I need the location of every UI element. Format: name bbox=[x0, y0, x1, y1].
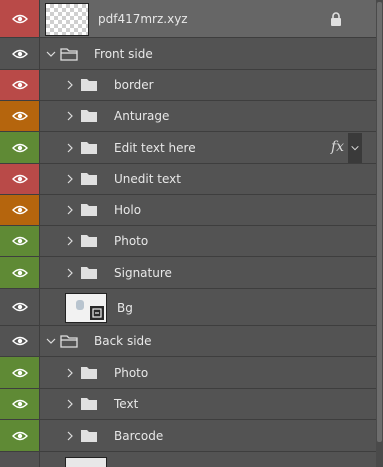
folder-icon bbox=[80, 172, 98, 186]
visibility-toggle[interactable] bbox=[0, 257, 40, 288]
layer-group-holo[interactable]: Holo bbox=[0, 195, 376, 226]
layer-row-pdf417mrz[interactable]: pdf417mrz.xyz bbox=[0, 0, 376, 38]
layer-group-back-side[interactable]: Back side bbox=[0, 326, 376, 357]
visibility-toggle[interactable] bbox=[0, 420, 40, 451]
thumbnail-figure bbox=[76, 300, 84, 310]
layer-name: Back side bbox=[94, 334, 152, 348]
folder-icon bbox=[80, 78, 98, 92]
eye-icon bbox=[12, 143, 28, 152]
layer-name: Photo bbox=[114, 366, 149, 380]
chevron-right-icon[interactable] bbox=[64, 430, 76, 442]
eye-icon bbox=[12, 205, 28, 215]
chevron-right-icon[interactable] bbox=[64, 367, 76, 379]
layer-name: Text bbox=[114, 397, 139, 411]
layer-name: Front side bbox=[94, 47, 153, 61]
folder-icon bbox=[80, 234, 98, 248]
visibility-toggle[interactable] bbox=[0, 452, 40, 467]
folder-icon bbox=[80, 109, 98, 123]
folder-icon bbox=[80, 397, 98, 411]
chevron-right-icon[interactable] bbox=[64, 142, 76, 154]
visibility-toggle[interactable] bbox=[0, 326, 40, 356]
eye-icon bbox=[12, 174, 28, 184]
eye-icon bbox=[12, 302, 28, 312]
fx-icon[interactable]: fx bbox=[331, 139, 344, 155]
visibility-toggle[interactable] bbox=[0, 357, 40, 388]
visibility-toggle[interactable] bbox=[0, 164, 40, 194]
folder-icon bbox=[80, 203, 98, 217]
eye-icon bbox=[12, 368, 28, 377]
layer-thumbnail bbox=[65, 457, 107, 467]
layer-name: border bbox=[114, 78, 154, 92]
layer-name: Barcode bbox=[114, 429, 164, 443]
layer-name: Photo bbox=[114, 234, 149, 248]
layer-row-bg[interactable]: Bg bbox=[0, 289, 376, 326]
chevron-right-icon[interactable] bbox=[64, 79, 76, 91]
effects-expand-toggle[interactable] bbox=[348, 133, 362, 163]
eye-icon bbox=[12, 14, 28, 23]
layer-group-photo-back[interactable]: Photo bbox=[0, 357, 376, 389]
layer-name: Unedit text bbox=[114, 172, 181, 186]
chevron-down-icon bbox=[351, 145, 359, 151]
smart-object-badge-icon bbox=[90, 306, 104, 320]
folder-icon bbox=[80, 141, 98, 155]
layer-group-edit-text-here[interactable]: Edit text here fx bbox=[0, 132, 376, 164]
chevron-down-icon[interactable] bbox=[45, 48, 57, 60]
eye-icon bbox=[12, 431, 28, 440]
layer-name: Bg bbox=[117, 301, 133, 315]
folder-icon bbox=[80, 266, 98, 280]
layers-panel: pdf417mrz.xyz Front side border Anturage bbox=[0, 0, 383, 467]
eye-icon bbox=[12, 80, 28, 90]
eye-icon bbox=[12, 336, 28, 346]
layer-group-unedit-text[interactable]: Unedit text bbox=[0, 164, 376, 195]
layer-name: Anturage bbox=[114, 109, 170, 123]
layer-group-signature[interactable]: Signature bbox=[0, 257, 376, 289]
chevron-right-icon[interactable] bbox=[64, 204, 76, 216]
chevron-right-icon[interactable] bbox=[64, 110, 76, 122]
layer-thumbnail bbox=[65, 293, 107, 323]
visibility-toggle[interactable] bbox=[0, 195, 40, 225]
eye-icon bbox=[12, 399, 28, 409]
visibility-toggle[interactable] bbox=[0, 132, 40, 163]
eye-icon bbox=[12, 268, 28, 277]
scrollbar-thumb[interactable] bbox=[377, 2, 382, 442]
visibility-toggle[interactable] bbox=[0, 0, 40, 37]
lock-icon bbox=[331, 12, 341, 26]
layer-group-front-side[interactable]: Front side bbox=[0, 38, 376, 70]
chevron-right-icon[interactable] bbox=[64, 173, 76, 185]
visibility-toggle[interactable] bbox=[0, 289, 40, 325]
chevron-right-icon[interactable] bbox=[64, 398, 76, 410]
layer-name: pdf417mrz.xyz bbox=[98, 12, 188, 26]
layer-group-anturage[interactable]: Anturage bbox=[0, 101, 376, 132]
layer-group-photo-front[interactable]: Photo bbox=[0, 226, 376, 257]
visibility-toggle[interactable] bbox=[0, 101, 40, 131]
visibility-toggle[interactable] bbox=[0, 389, 40, 419]
eye-icon bbox=[12, 236, 28, 246]
folder-open-icon bbox=[60, 47, 78, 61]
chevron-right-icon[interactable] bbox=[64, 235, 76, 247]
folder-open-icon bbox=[60, 334, 78, 348]
layer-row-partial[interactable] bbox=[0, 452, 376, 467]
visibility-toggle[interactable] bbox=[0, 226, 40, 256]
layer-group-barcode[interactable]: Barcode bbox=[0, 420, 376, 452]
visibility-toggle[interactable] bbox=[0, 70, 40, 100]
folder-icon bbox=[80, 429, 98, 443]
layer-name: Edit text here bbox=[114, 141, 196, 155]
eye-icon bbox=[12, 111, 28, 121]
layer-group-text[interactable]: Text bbox=[0, 389, 376, 420]
layer-group-border[interactable]: border bbox=[0, 70, 376, 101]
folder-icon bbox=[80, 366, 98, 380]
eye-icon bbox=[12, 49, 28, 58]
layer-thumbnail bbox=[45, 3, 89, 36]
chevron-right-icon[interactable] bbox=[64, 267, 76, 279]
visibility-toggle[interactable] bbox=[0, 38, 40, 69]
layer-name: Holo bbox=[114, 203, 142, 217]
scrollbar[interactable] bbox=[376, 0, 383, 467]
chevron-down-icon[interactable] bbox=[45, 335, 57, 347]
layer-name: Signature bbox=[114, 266, 172, 280]
